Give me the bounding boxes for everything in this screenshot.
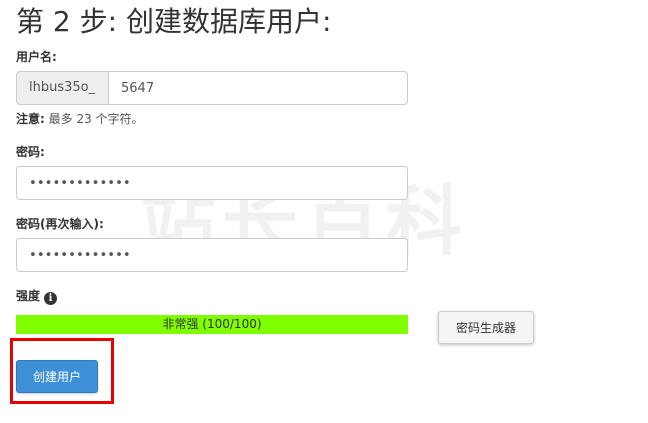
- password-input[interactable]: [16, 166, 408, 200]
- username-note: 注意: 最多 23 个字符。: [16, 111, 144, 127]
- strength-label: 强度: [16, 289, 41, 303]
- username-input-group: lhbus35o_: [16, 71, 408, 105]
- password-generator-button[interactable]: 密码生成器: [438, 311, 534, 344]
- strength-meter-text: 非常强 (100/100): [162, 317, 262, 331]
- page-title: 第 2 步: 创建数据库用户:: [16, 5, 332, 38]
- password-confirm-label: 密码(再次输入):: [16, 217, 104, 231]
- username-input[interactable]: [108, 71, 408, 105]
- password-label: 密码:: [16, 145, 45, 159]
- create-user-button[interactable]: 创建用户: [16, 360, 98, 393]
- username-label: 用户名:: [16, 50, 57, 64]
- password-confirm-input[interactable]: [16, 238, 408, 272]
- note-text: 最多 23 个字符。: [44, 112, 144, 126]
- info-icon[interactable]: i: [44, 292, 58, 305]
- strength-label-row: 强度 i: [16, 288, 58, 305]
- strength-meter: 非常强 (100/100): [16, 315, 408, 334]
- note-prefix: 注意:: [16, 112, 45, 126]
- username-prefix: lhbus35o_: [16, 71, 108, 105]
